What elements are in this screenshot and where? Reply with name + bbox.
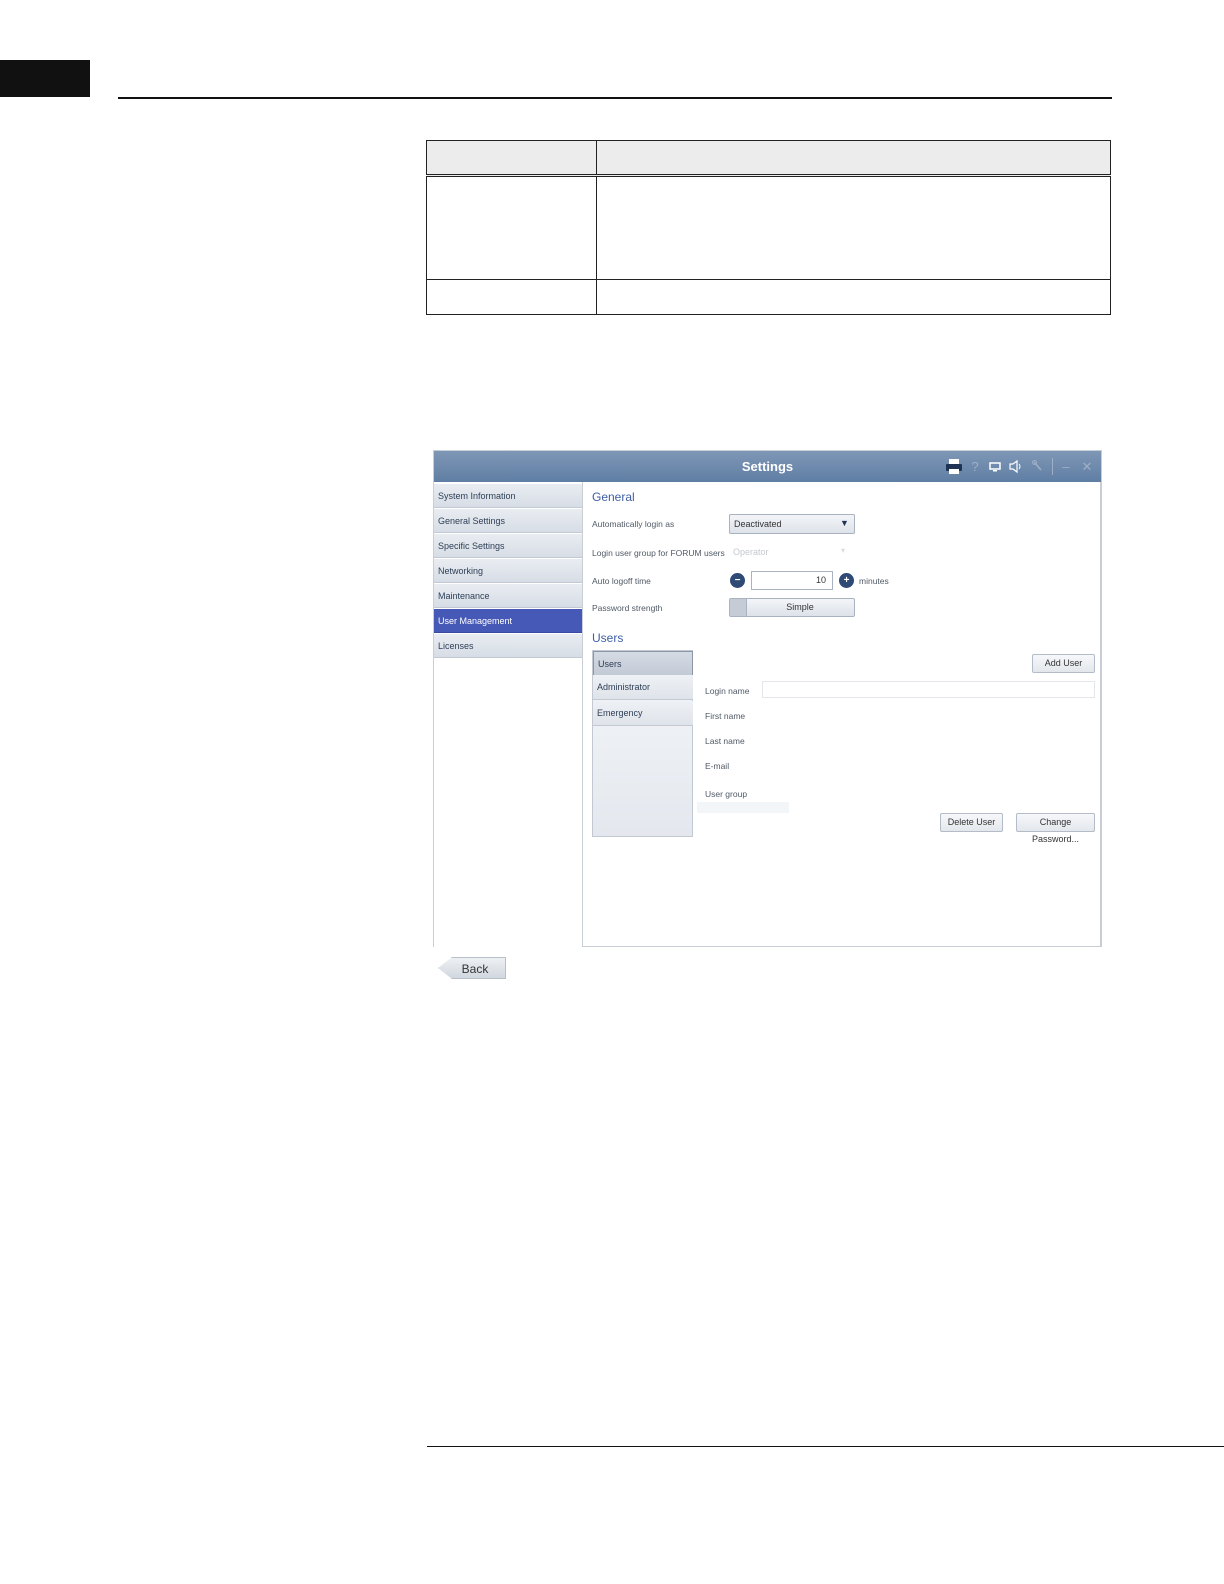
tab-users[interactable]: Users	[593, 651, 693, 676]
chevron-down-icon: ▾	[841, 546, 846, 555]
slider-handle[interactable]	[730, 599, 747, 616]
increment-button[interactable]: +	[839, 573, 854, 588]
minimize-icon[interactable]: –	[1059, 458, 1073, 475]
footer-rule	[427, 1446, 1224, 1447]
wrench-icon[interactable]	[1031, 458, 1045, 475]
email-label: E-mail	[705, 761, 730, 771]
add-user-button[interactable]: Add User	[1032, 654, 1095, 673]
last-name-label: Last name	[705, 736, 745, 746]
users-section-title: Users	[592, 631, 624, 645]
speaker-icon[interactable]	[1008, 458, 1024, 475]
login-name-input[interactable]	[762, 681, 1095, 698]
login-group-value: Operator	[733, 547, 769, 557]
user-type-list: Users Administrator Emergency	[592, 650, 693, 837]
auto-logoff-input[interactable]: 10	[751, 571, 833, 590]
decrement-button[interactable]: −	[730, 573, 745, 588]
auto-logoff-label: Auto logoff time	[592, 576, 651, 586]
auto-logoff-unit: minutes	[859, 576, 889, 586]
table-header-row	[426, 140, 1111, 177]
table-row	[426, 175, 1111, 280]
settings-sidebar: System Information General Settings Spec…	[434, 482, 582, 947]
sidebar-item-maintenance[interactable]: Maintenance	[434, 584, 582, 608]
password-strength-slider[interactable]: Simple	[729, 598, 855, 617]
login-group-label: Login user group for FORUM users	[592, 548, 725, 558]
login-name-label: Login name	[705, 686, 750, 696]
password-strength-value: Simple	[786, 602, 814, 612]
change-password-button[interactable]: Change Password...	[1016, 813, 1095, 844]
document-table	[426, 140, 1111, 315]
sidebar-item-system-information[interactable]: System Information	[434, 484, 582, 508]
close-icon[interactable]: ✕	[1080, 458, 1094, 475]
sidebar-item-user-management[interactable]: User Management	[434, 609, 582, 633]
sidebar-item-networking[interactable]: Networking	[434, 559, 582, 583]
tab-administrator[interactable]: Administrator	[593, 675, 693, 700]
sidebar-item-specific-settings[interactable]: Specific Settings	[434, 534, 582, 558]
delete-user-button[interactable]: Delete User	[940, 813, 1003, 832]
general-section-title: General	[592, 490, 635, 504]
printer-icon[interactable]	[945, 458, 963, 475]
title-bar: Settings ? – ✕	[434, 451, 1101, 482]
first-name-label: First name	[705, 711, 746, 721]
chevron-down-icon: ▼	[840, 518, 849, 528]
settings-window: Settings ? – ✕ System Information Genera…	[433, 450, 1102, 947]
header-rule	[118, 97, 1112, 99]
sidebar-item-licenses[interactable]: Licenses	[434, 634, 582, 658]
tab-emergency[interactable]: Emergency	[593, 701, 693, 726]
user-group-dropdown[interactable]	[697, 802, 789, 813]
password-strength-label: Password strength	[592, 603, 663, 613]
auto-login-value: Deactivated	[734, 519, 782, 529]
page-tab-marker	[0, 60, 90, 97]
user-group-label: User group	[705, 789, 748, 799]
auto-login-label: Automatically login as	[592, 519, 675, 529]
back-button[interactable]: Back	[438, 957, 506, 979]
sidebar-item-general-settings[interactable]: General Settings	[434, 509, 582, 533]
toolbar-separator	[1052, 458, 1053, 475]
login-group-dropdown[interactable]: Operator ▾	[729, 544, 855, 562]
table-row	[426, 279, 1111, 315]
display-icon[interactable]	[988, 458, 1002, 475]
auto-login-dropdown[interactable]: Deactivated ▼	[729, 514, 855, 534]
content-panel: General Automatically login as Deactivat…	[582, 482, 1101, 946]
help-icon[interactable]: ?	[968, 458, 982, 475]
